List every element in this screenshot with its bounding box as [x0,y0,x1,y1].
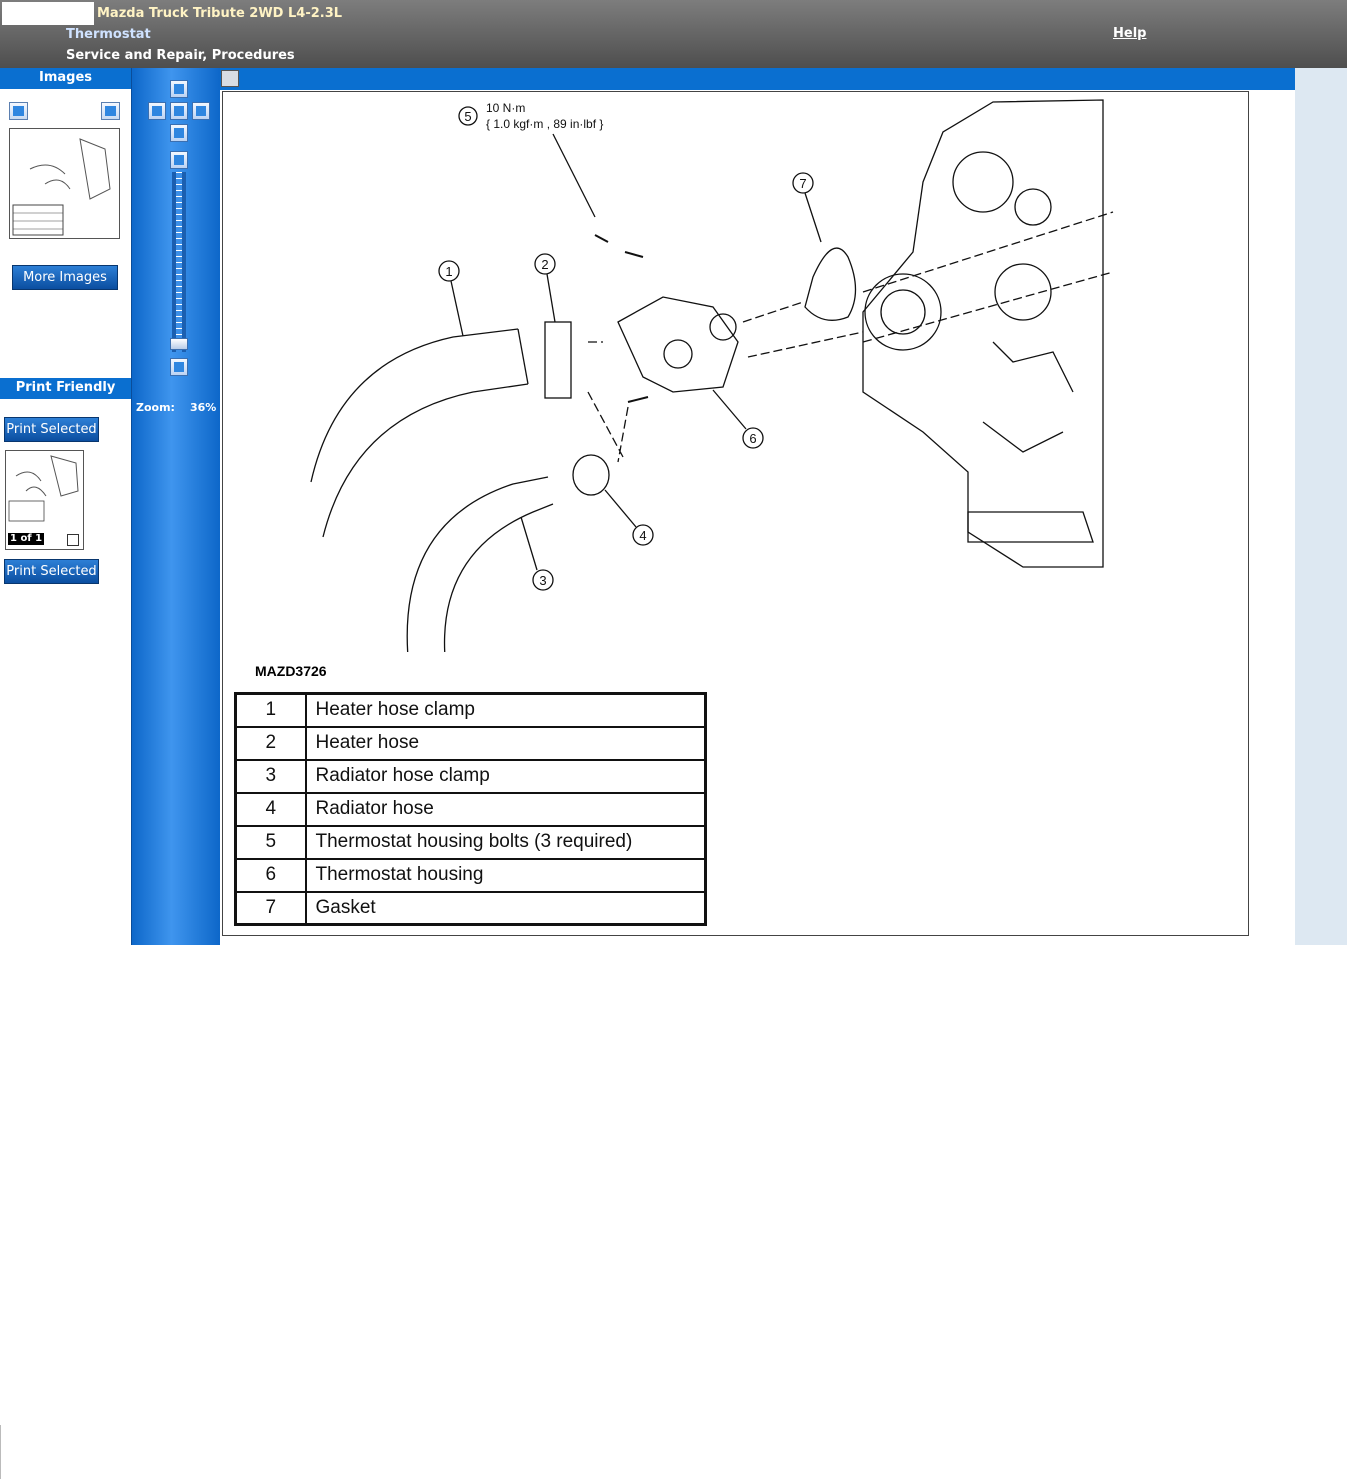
print-selected-button[interactable]: Print Selected [4,417,99,442]
zoom-out-button[interactable] [170,358,188,376]
minus-icon [174,362,184,372]
diagram-frame: 5 10 N·m { 1.0 kgf·m , 89 in·lbf } 1 2 3 [222,91,1249,936]
legend-row: 6 Thermostat housing [234,857,707,893]
printer-icon[interactable] [221,70,239,87]
arrow-right-icon [105,106,116,116]
leader-line-5 [552,133,596,218]
leader-line-1 [604,489,637,528]
radiator-hose-outline [310,328,529,538]
leader-line-6 [712,389,747,430]
zoom-panel: Zoom: 36% [131,68,220,945]
thermostat-diagram: 5 10 N·m { 1.0 kgf·m , 89 in·lbf } 1 2 3 [310,99,1114,652]
zoom-label: Zoom: [136,401,175,414]
next-image-button[interactable] [101,102,120,120]
print-friendly-heading: Print Friendly [0,378,131,399]
plus-icon [174,155,184,165]
callout-2: 3 [539,573,546,588]
callout-7: 7 [799,176,806,191]
zoom-value: 36% [190,401,217,414]
radiator-hose-end [517,328,529,385]
leader-line-3 [546,273,556,323]
pan-up-button[interactable] [170,80,188,98]
leader-line-2 [520,516,538,571]
viewer-toolbar [220,68,1295,90]
torque-spec-line2: { 1.0 kgf·m , 89 in·lbf } [486,117,603,131]
zoom-in-button[interactable] [170,151,188,169]
legend-part-name: Radiator hose [304,791,707,827]
print-selected-button-bottom[interactable]: Print Selected [4,559,99,584]
engine-block [862,99,1104,568]
callout-5: 5 [464,109,471,124]
housing-thermostat-port [709,313,737,341]
image-thumbnail[interactable] [9,128,120,239]
arrow-up-icon [174,84,184,94]
heater-hose-clamp [572,454,610,496]
figure-code: MAZD3726 [255,663,327,679]
more-images-button[interactable]: More Images [12,265,118,290]
legend-number: 7 [234,890,307,926]
print-select-checkbox[interactable] [67,534,79,546]
legend-part-name: Gasket [304,890,707,926]
left-panel: Images More Images Print Friendly Print … [0,68,131,945]
legend-row: 2 Heater hose [234,725,707,761]
thumbnail-sketch [12,138,111,236]
callout-6: 6 [749,431,756,446]
housing-bolts [594,234,649,403]
logo-placeholder [2,2,94,25]
legend-row: 5 Thermostat housing bolts (3 required) [234,824,707,860]
callout-4: 1 [445,264,452,279]
callout-3: 2 [541,257,548,272]
right-gutter [1295,68,1347,945]
housing-outlet [663,339,693,369]
arrow-down-icon [174,128,184,138]
help-link[interactable]: Help [1113,26,1146,41]
prev-image-button[interactable] [9,102,28,120]
legend-number: 2 [234,725,307,761]
callout-1: 4 [639,528,646,543]
images-heading: Images [0,68,131,89]
legend-row: 4 Radiator hose [234,791,707,827]
legend-number: 3 [234,758,307,794]
zoom-slider-thumb[interactable] [170,338,188,350]
heater-hose-outline [406,476,554,652]
radiator-hose-clamp [544,321,572,399]
arrow-left-icon [152,106,162,116]
leader-line-7 [804,192,822,243]
pan-left-button[interactable] [148,102,166,120]
legend-number: 5 [234,824,307,860]
print-thumbnail-sketch [8,455,79,522]
legend-row: 3 Radiator hose clamp [234,758,707,794]
pan-right-button[interactable] [192,102,210,120]
legend-number: 1 [234,692,307,728]
page-edge-mark [0,1425,4,1479]
arrow-left-icon [13,106,24,116]
legend-row: 7 Gasket [234,890,707,926]
vehicle-title: Mazda Truck Tribute 2WD L4-2.3L [97,6,343,21]
page-indicator: 1 of 1 [8,533,45,545]
torque-spec-line1: 10 N·m [486,101,525,115]
pan-down-button[interactable] [170,124,188,142]
legend-part-name: Thermostat housing bolts (3 required) [304,824,707,860]
pan-reset-button[interactable] [170,102,188,120]
legend-row: 1 Heater hose clamp [234,692,707,728]
thermostat-housing [617,296,739,393]
legend-number: 4 [234,791,307,827]
header-bar: Mazda Truck Tribute 2WD L4-2.3L Thermost… [0,0,1347,68]
print-thumbnail[interactable]: 1 of 1 [5,450,84,550]
arrow-right-icon [196,106,206,116]
assembly-lines [587,211,1114,463]
legend-number: 6 [234,857,307,893]
parts-legend-table: 1 Heater hose clamp 2 Heater hose 3 Radiator … [234,692,707,926]
gasket [804,247,857,321]
procedure-title: Service and Repair, Procedures [66,48,295,63]
zoom-slider-track[interactable] [172,172,186,352]
pan-arrows-icon [174,106,184,116]
leader-line-4 [450,280,464,337]
legend-part-name: Heater hose [304,725,707,761]
legend-part-name: Radiator hose clamp [304,758,707,794]
image-viewer[interactable]: 5 10 N·m { 1.0 kgf·m , 89 in·lbf } 1 2 3 [220,90,1295,945]
section-link[interactable]: Thermostat [66,27,151,42]
legend-part-name: Heater hose clamp [304,692,707,728]
legend-part-name: Thermostat housing [304,857,707,893]
